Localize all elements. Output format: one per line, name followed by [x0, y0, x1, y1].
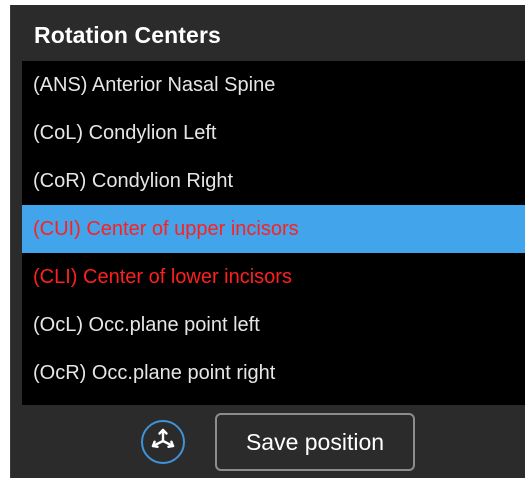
save-position-button[interactable]: Save position [215, 413, 415, 471]
move-axes-icon [148, 425, 178, 460]
panel-toolbar: Save position [11, 408, 525, 478]
list-item-cli[interactable]: (CLI) Center of lower incisors [22, 253, 525, 301]
list-item-ocl[interactable]: (OcL) Occ.plane point left [22, 301, 525, 349]
rotation-centers-list: (ANS) Anterior Nasal Spine (CoL) Condyli… [22, 61, 525, 405]
list-item-col[interactable]: (CoL) Condylion Left [22, 109, 525, 157]
list-item-cui[interactable]: (CUI) Center of upper incisors [22, 205, 525, 253]
rotation-centers-panel: Rotation Centers (ANS) Anterior Nasal Sp… [10, 5, 525, 478]
list-item-cor[interactable]: (CoR) Condylion Right [22, 157, 525, 205]
move-position-button[interactable] [141, 420, 185, 464]
list-item-ocr[interactable]: (OcR) Occ.plane point right [22, 349, 525, 397]
panel-header: Rotation Centers [11, 5, 525, 65]
list-item-ans[interactable]: (ANS) Anterior Nasal Spine [22, 61, 525, 109]
panel-title: Rotation Centers [34, 21, 221, 48]
